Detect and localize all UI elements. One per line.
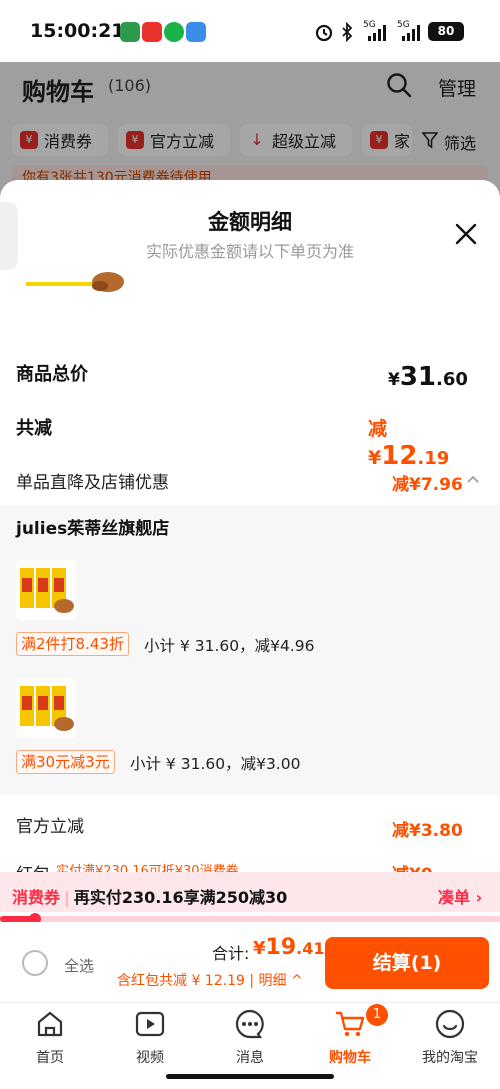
tab-label: 首页 [36, 1050, 64, 1066]
official-discount-value: 减¥3.80 [392, 821, 463, 841]
tab-profile[interactable]: 我的淘宝 [400, 1002, 500, 1072]
currency-symbol: ¥ [388, 370, 400, 390]
profile-icon [435, 1009, 465, 1039]
total-int: 19 [265, 935, 297, 960]
total-price-int: 31 [399, 362, 437, 392]
tab-label: 购物车 [329, 1050, 371, 1066]
battery-indicator: 80 [428, 22, 464, 41]
official-discount-label: 官方立减 [16, 817, 84, 837]
app-notification-icon [142, 22, 162, 42]
currency-symbol: ¥ [253, 938, 266, 959]
app-notification-icon [164, 22, 184, 42]
tab-home[interactable]: 首页 [0, 1002, 100, 1072]
close-icon[interactable] [452, 220, 480, 248]
status-bar: 15:00:21 5G 5G 80 [0, 0, 500, 62]
total-amount: ¥19.41 [253, 935, 325, 960]
promo-tag: 满2件打8.43折 [16, 632, 129, 656]
total-price-label: 商品总价 [16, 364, 88, 385]
voucher-text: 再实付230.16享满250减30 [73, 888, 288, 907]
sheet-subtitle: 实际优惠金额请以下单页为准 [145, 242, 354, 261]
total-price: ¥31.60 [388, 362, 468, 392]
redpacket-label: 红包 [16, 860, 50, 872]
product-subtotal: 小计 ¥ 31.60，减¥3.00 [130, 755, 301, 773]
add-items-link[interactable]: 凑单 › [438, 884, 482, 908]
tab-label: 我的淘宝 [422, 1050, 478, 1066]
checkout-button[interactable]: 结算(1) [325, 937, 489, 989]
app-notification-icon [120, 22, 140, 42]
tab-label: 消息 [236, 1050, 264, 1066]
total-reduce: 减¥12.19 [368, 414, 460, 471]
tab-label: 视频 [136, 1050, 164, 1066]
product-thumbnail-peek [26, 272, 124, 292]
product-image [16, 678, 76, 738]
tab-messages[interactable]: 消息 [200, 1002, 300, 1072]
item-discount-label: 单品直降及店铺优惠 [16, 473, 169, 493]
select-all-checkbox[interactable] [22, 950, 48, 976]
store-name: julies茱蒂丝旗舰店 [16, 519, 170, 539]
signal-icon [402, 25, 420, 41]
select-all-label[interactable]: 全选 [64, 955, 94, 976]
total-price-dec: .60 [436, 369, 468, 390]
message-icon [235, 1009, 264, 1039]
voucher-bar-text: 消费券 | 再实付230.16享满250减30 [12, 884, 287, 908]
promo-tag: 满30元减3元 [16, 750, 115, 774]
item-discount-value: 减¥7.96 [392, 475, 463, 495]
tab-video[interactable]: 视频 [100, 1002, 200, 1072]
alarm-icon [315, 24, 333, 42]
app-notification-icon [186, 22, 206, 42]
product-subtotal: 小计 ¥ 31.60，减¥4.96 [144, 637, 315, 655]
signal-icon [368, 25, 386, 41]
reduce-int: 12 [381, 441, 418, 471]
chevron-up-icon[interactable] [466, 474, 480, 484]
cart-badge: 1 [366, 1004, 388, 1026]
discount-detail-link[interactable]: 含红包共减 ¥ 12.19 | 明细 ^ [117, 970, 303, 990]
redpacket-hint: 实付满¥230.16可抵¥30消费券 [56, 864, 239, 872]
home-icon [37, 1011, 63, 1037]
reduce-dec: .19 [417, 448, 450, 469]
sheet-title: 金额明细 [208, 210, 292, 234]
total-dec: .41 [296, 939, 325, 958]
divider: | [64, 888, 70, 907]
product-image [16, 560, 76, 620]
status-time: 15:00:21 [30, 20, 125, 42]
total-reduce-label: 共减 [16, 418, 52, 439]
redpacket-value: 减¥0 [392, 860, 433, 872]
bluetooth-icon [342, 22, 353, 42]
home-indicator [166, 1074, 334, 1079]
cart-icon [336, 1011, 365, 1037]
video-icon [135, 1011, 165, 1037]
voucher-tag: 消费券 [12, 888, 61, 907]
total-label: 合计: [212, 944, 250, 963]
